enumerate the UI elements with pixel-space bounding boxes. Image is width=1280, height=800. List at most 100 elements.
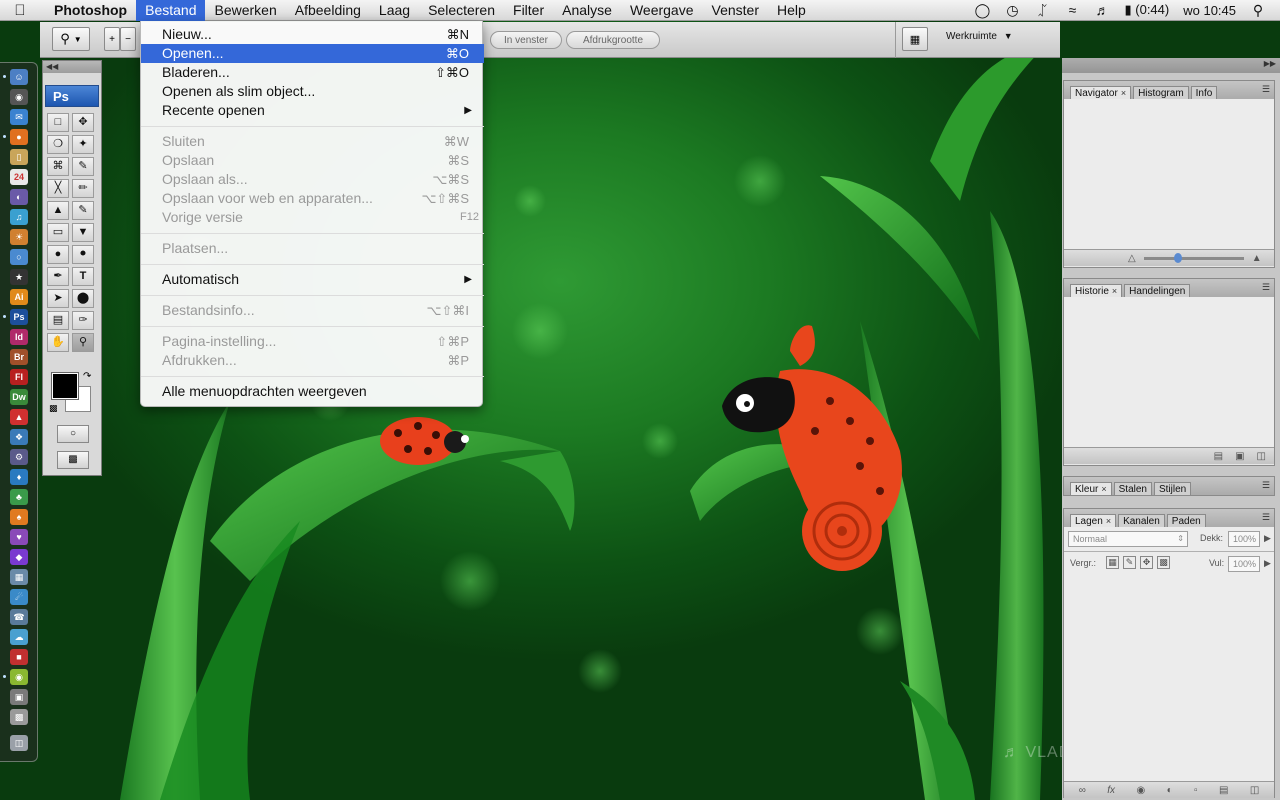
mail-icon[interactable]: ✉ xyxy=(10,109,28,125)
safari-icon[interactable]: ❖ xyxy=(10,429,28,445)
adjustment-layer-icon[interactable]: ◐ xyxy=(1167,785,1173,796)
app-icon-l[interactable]: ▣ xyxy=(10,689,28,705)
lasso-tool[interactable]: ❍ xyxy=(47,135,69,154)
pen-tool[interactable]: ✒ xyxy=(47,267,69,286)
imovie-icon[interactable]: ★ xyxy=(10,269,28,285)
link-layers-icon[interactable]: ∞ xyxy=(1079,785,1086,796)
close-icon[interactable]: × xyxy=(1121,88,1126,98)
lock-position-icon[interactable]: ✥ xyxy=(1140,556,1153,569)
fill-arrow-icon[interactable]: ▶ xyxy=(1264,558,1271,569)
menu-item-print[interactable]: Afdrukken... ⌘P xyxy=(141,351,484,370)
tab-color[interactable]: Kleur × xyxy=(1070,482,1112,495)
clock[interactable]: wo 10:45 xyxy=(1183,3,1236,18)
menu-item-browse[interactable]: Bladeren... ⇧⌘O xyxy=(141,63,484,82)
photoshop-icon[interactable]: Ps xyxy=(10,309,28,325)
app-icon-j[interactable]: ■ xyxy=(10,649,28,665)
eyedropper-tool[interactable]: ✑ xyxy=(72,311,94,330)
lock-transparency-icon[interactable]: ▦ xyxy=(1106,556,1119,569)
tab-history[interactable]: Historie × xyxy=(1070,284,1123,297)
workspace-menu[interactable]: Werkruimte ▼ xyxy=(946,31,1013,42)
menu-laag[interactable]: Laag xyxy=(370,0,419,21)
tab-paths[interactable]: Paden xyxy=(1166,514,1206,527)
app-menu[interactable]: Photoshop xyxy=(40,2,136,18)
zoom-tool[interactable]: ⚲ xyxy=(72,333,94,352)
snapshot-icon[interactable]: ▣ xyxy=(1235,451,1244,462)
menu-item-open-recent[interactable]: Recente openen ▶ xyxy=(141,101,484,120)
menu-item-save-as[interactable]: Opslaan als... ⌥⌘S xyxy=(141,170,484,189)
menu-item-open[interactable]: Openen... ⌘O xyxy=(141,44,484,63)
app-icon-g[interactable]: ☄ xyxy=(10,589,28,605)
clone-stamp-tool[interactable]: ▲ xyxy=(47,201,69,220)
panel-menu-icon[interactable]: ☰ xyxy=(1262,282,1270,293)
blur-tool[interactable]: ● xyxy=(47,245,69,264)
lock-all-icon[interactable]: ▩ xyxy=(1157,556,1170,569)
chat-icon[interactable]: ◯ xyxy=(974,2,991,19)
tab-actions[interactable]: Handelingen xyxy=(1124,284,1191,297)
close-icon[interactable]: × xyxy=(1112,286,1117,296)
app-icon-c[interactable]: ♠ xyxy=(10,509,28,525)
time-machine-icon[interactable]: ◷ xyxy=(1004,2,1020,19)
zoom-out-button[interactable]: − xyxy=(120,27,136,51)
menu-filter[interactable]: Filter xyxy=(504,0,553,21)
crop-tool[interactable]: ⌘ xyxy=(47,157,69,176)
tab-channels[interactable]: Kanalen xyxy=(1118,514,1165,527)
new-group-icon[interactable]: ▫ xyxy=(1194,785,1198,796)
ichat-icon[interactable]: ○ xyxy=(10,249,28,265)
paint-bucket-tool[interactable]: ▼ xyxy=(72,223,94,242)
tab-layers[interactable]: Lagen × xyxy=(1070,514,1117,527)
trash-icon[interactable]: ◫ xyxy=(10,735,28,751)
downloads-stack-icon[interactable]: ▩ xyxy=(10,709,28,725)
tab-styles[interactable]: Stijlen xyxy=(1153,482,1192,495)
zoom-in-small-icon[interactable]: ▲ xyxy=(1252,253,1262,264)
menu-item-file-info[interactable]: Bestandsinfo... ⌥⇧⌘I xyxy=(141,301,484,320)
menu-weergave[interactable]: Weergave xyxy=(621,0,703,21)
menu-item-page-setup[interactable]: Pagina-instelling... ⇧⌘P xyxy=(141,332,484,351)
tab-info[interactable]: Info xyxy=(1190,86,1218,99)
move-tool[interactable]: ✥ xyxy=(72,113,94,132)
zoom-slider-thumb[interactable] xyxy=(1173,252,1182,263)
eraser-tool[interactable]: ▭ xyxy=(47,223,69,242)
app-icon-e[interactable]: ◆ xyxy=(10,549,28,565)
firefox-icon[interactable]: ● xyxy=(10,129,28,145)
battery-status[interactable]: ▮ (0:44) xyxy=(1124,2,1169,18)
magic-wand-tool[interactable]: ✦ xyxy=(72,135,94,154)
system-preferences-icon[interactable]: ⚙ xyxy=(10,449,28,465)
close-icon[interactable]: × xyxy=(1106,516,1111,526)
opacity-arrow-icon[interactable]: ▶ xyxy=(1264,533,1271,544)
volume-icon[interactable]: ♬ xyxy=(1094,2,1110,18)
zoom-out-small-icon[interactable]: △ xyxy=(1128,253,1136,264)
palette-well-button[interactable]: ▦ xyxy=(902,27,928,51)
photo-icon[interactable]: ◐ xyxy=(10,189,28,205)
opacity-field[interactable]: 100% xyxy=(1228,531,1260,547)
new-layer-icon[interactable]: ▤ xyxy=(1219,785,1228,796)
tab-navigator[interactable]: Navigator × xyxy=(1070,86,1132,99)
print-size-button[interactable]: Afdrukgrootte xyxy=(566,31,660,49)
menu-bestand[interactable]: Bestand xyxy=(136,0,206,21)
ical-icon[interactable]: 24 xyxy=(10,169,28,185)
panel-menu-icon[interactable]: ☰ xyxy=(1262,84,1270,95)
itunes-icon[interactable]: ♫ xyxy=(10,209,28,225)
layer-style-icon[interactable]: fx xyxy=(1107,785,1115,796)
menu-item-open-smart-object[interactable]: Openen als slim object... xyxy=(141,82,484,101)
menu-selecteren[interactable]: Selecteren xyxy=(419,0,504,21)
slice-tool[interactable]: ✎ xyxy=(72,157,94,176)
foreground-color-swatch[interactable] xyxy=(51,372,79,400)
iphoto-icon[interactable]: ☀ xyxy=(10,229,28,245)
menu-venster[interactable]: Venster xyxy=(703,0,768,21)
healing-brush-tool[interactable]: ╳ xyxy=(47,179,69,198)
app-icon-b[interactable]: ♣ xyxy=(10,489,28,505)
path-selection-tool[interactable]: ➤ xyxy=(47,289,69,308)
dodge-tool[interactable]: ⚫ xyxy=(72,245,94,264)
panel-menu-icon[interactable]: ☰ xyxy=(1262,512,1270,523)
menu-analyse[interactable]: Analyse xyxy=(553,0,621,21)
tab-histogram[interactable]: Histogram xyxy=(1133,86,1189,99)
app-icon-a[interactable]: ♦ xyxy=(10,469,28,485)
hand-tool[interactable]: ✋ xyxy=(47,333,69,352)
close-icon[interactable]: × xyxy=(1101,484,1106,494)
flash-icon[interactable]: Fl xyxy=(10,369,28,385)
menu-help[interactable]: Help xyxy=(768,0,815,21)
app-icon-d[interactable]: ♥ xyxy=(10,529,28,545)
menu-item-automate[interactable]: Automatisch ▶ xyxy=(141,270,484,289)
trash-icon[interactable]: ◫ xyxy=(1257,451,1266,462)
menu-item-revert[interactable]: Vorige versie F12 xyxy=(141,208,484,227)
